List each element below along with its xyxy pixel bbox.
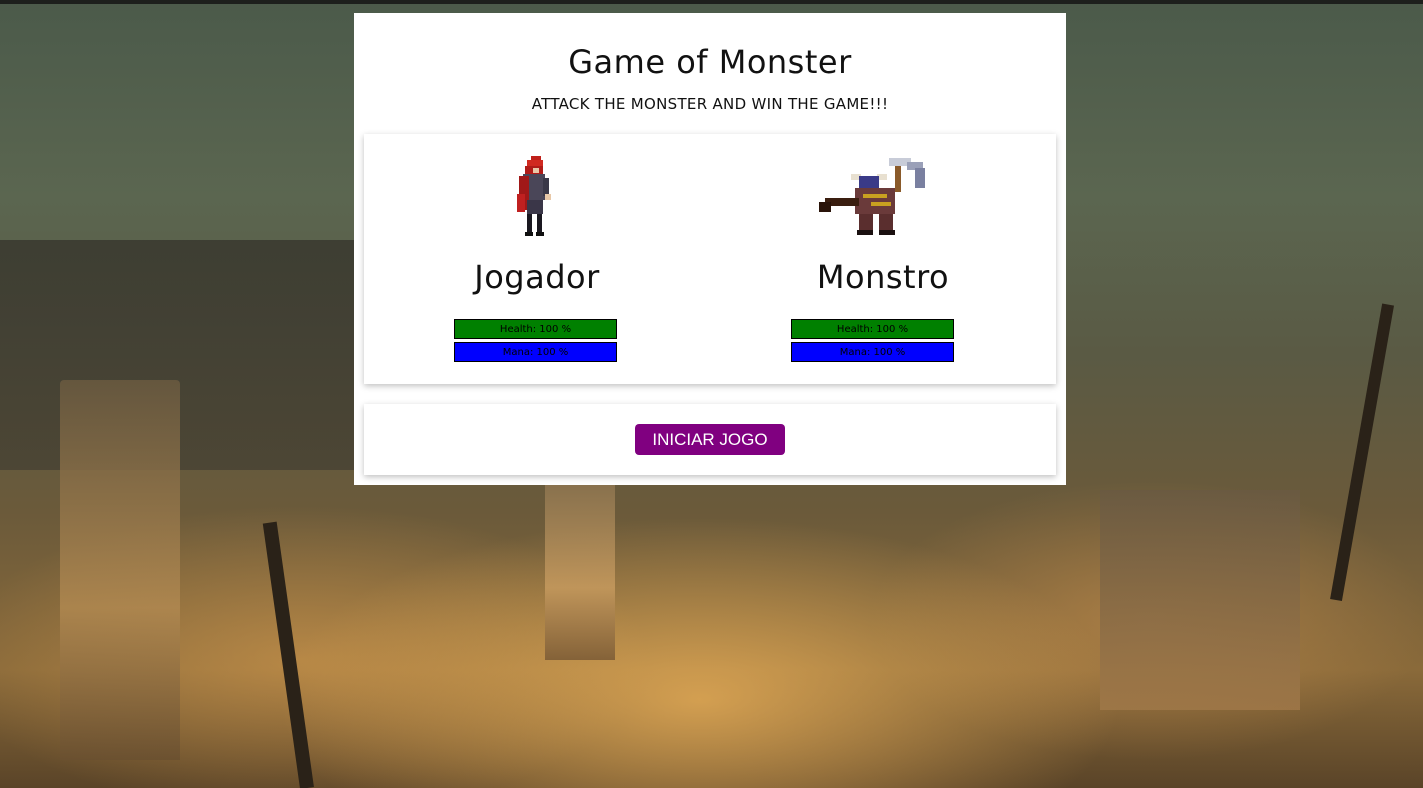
ruined-wall (0, 240, 360, 470)
monster-mana-label: Mana: 100 % (839, 346, 906, 358)
player-health-bar: Health: 100 % (454, 319, 617, 339)
monster-name: Monstro (816, 258, 950, 296)
monster-mana-bar: Mana: 100 % (791, 342, 954, 362)
page-subtitle: ATTACK THE MONSTER AND WIN THE GAME!!! (531, 95, 889, 113)
monster-health-label: Health: 100 % (836, 323, 909, 335)
player-sprite-icon (517, 156, 551, 236)
start-game-button[interactable]: INICIAR JOGO (635, 424, 785, 455)
monster-health-bar: Health: 100 % (791, 319, 954, 339)
carved-pillar (60, 380, 180, 760)
fighters-card: Jogador Health: 100 % Mana: 100 % Monstr… (364, 134, 1056, 384)
dead-tree-right (1330, 303, 1395, 602)
player-mana-bar: Mana: 100 % (454, 342, 617, 362)
game-panel: Game of Monster ATTACK THE MONSTER AND W… (354, 13, 1066, 485)
carved-pillar-small (545, 480, 615, 660)
monster-panel: Monstro Health: 100 % Mana: 100 % (710, 134, 1056, 384)
player-health-label: Health: 100 % (499, 323, 572, 335)
player-mana-label: Mana: 100 % (502, 346, 569, 358)
player-panel: Jogador Health: 100 % Mana: 100 % (364, 134, 710, 384)
controls-card: INICIAR JOGO (364, 404, 1056, 475)
dead-tree (262, 521, 314, 788)
top-bar (0, 0, 1423, 4)
ruined-statue (1100, 490, 1300, 710)
monster-sprite-icon (819, 158, 925, 235)
player-name: Jogador (474, 258, 600, 296)
page-title: Game of Monster (568, 43, 852, 81)
